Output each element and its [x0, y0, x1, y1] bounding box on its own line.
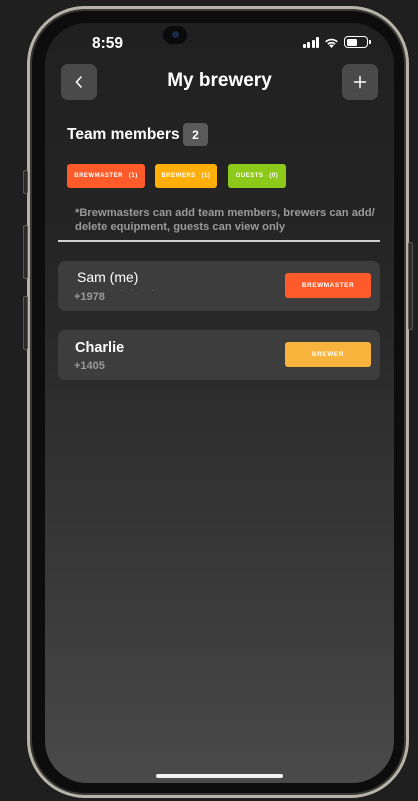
- role-button[interactable]: BREWER: [285, 342, 371, 367]
- status-icons: [302, 36, 371, 48]
- wifi-icon: [325, 38, 338, 48]
- chip-label: GUESTS: [235, 173, 264, 179]
- chip-label: BREWERS: [161, 173, 196, 179]
- camera-lens: [172, 31, 179, 38]
- permissions-note: *Brewmasters can add team members, brewe…: [75, 207, 375, 233]
- plus-icon: [353, 75, 367, 89]
- battery-icon: [344, 36, 371, 48]
- brewmasters-filter-chip[interactable]: BREWMASTER (1): [67, 164, 145, 188]
- member-name: Sam (me): [77, 269, 139, 285]
- chip-count: (1): [201, 173, 211, 179]
- silent-switch: [23, 170, 28, 194]
- chip-count: (1): [128, 173, 138, 179]
- add-member-button[interactable]: [342, 64, 378, 100]
- signal-icon: [302, 36, 319, 48]
- member-phone: +1978: [74, 291, 105, 303]
- member-card[interactable]: Charlie +1405 BREWER: [58, 330, 380, 380]
- member-name: Charlie: [75, 340, 125, 356]
- chip-label: BREWMASTER: [74, 173, 123, 179]
- status-time: 8:59: [92, 35, 124, 52]
- member-phone: +1405: [74, 360, 105, 372]
- status-bar: 8:59: [45, 23, 394, 67]
- divider: [58, 240, 380, 242]
- app-screen: 8:59 My brewery Team members 2 BREWMASTE…: [45, 23, 394, 783]
- member-card[interactable]: Sam (me) +1978 · · · · · BREWMASTER: [58, 261, 380, 311]
- home-indicator[interactable]: [156, 774, 283, 778]
- power-button: [408, 242, 413, 330]
- guests-filter-chip[interactable]: GUESTS (0): [228, 164, 286, 188]
- role-button[interactable]: BREWMASTER: [285, 273, 371, 298]
- front-camera: [163, 26, 187, 44]
- team-members-heading: Team members: [67, 126, 180, 143]
- volume-down-button: [23, 296, 28, 350]
- team-count-badge: 2: [183, 123, 208, 146]
- volume-up-button: [23, 225, 28, 279]
- brewers-filter-chip[interactable]: BREWERS (1): [155, 164, 217, 188]
- chip-count: (0): [269, 173, 279, 179]
- masked-digits: · · · · ·: [110, 287, 157, 294]
